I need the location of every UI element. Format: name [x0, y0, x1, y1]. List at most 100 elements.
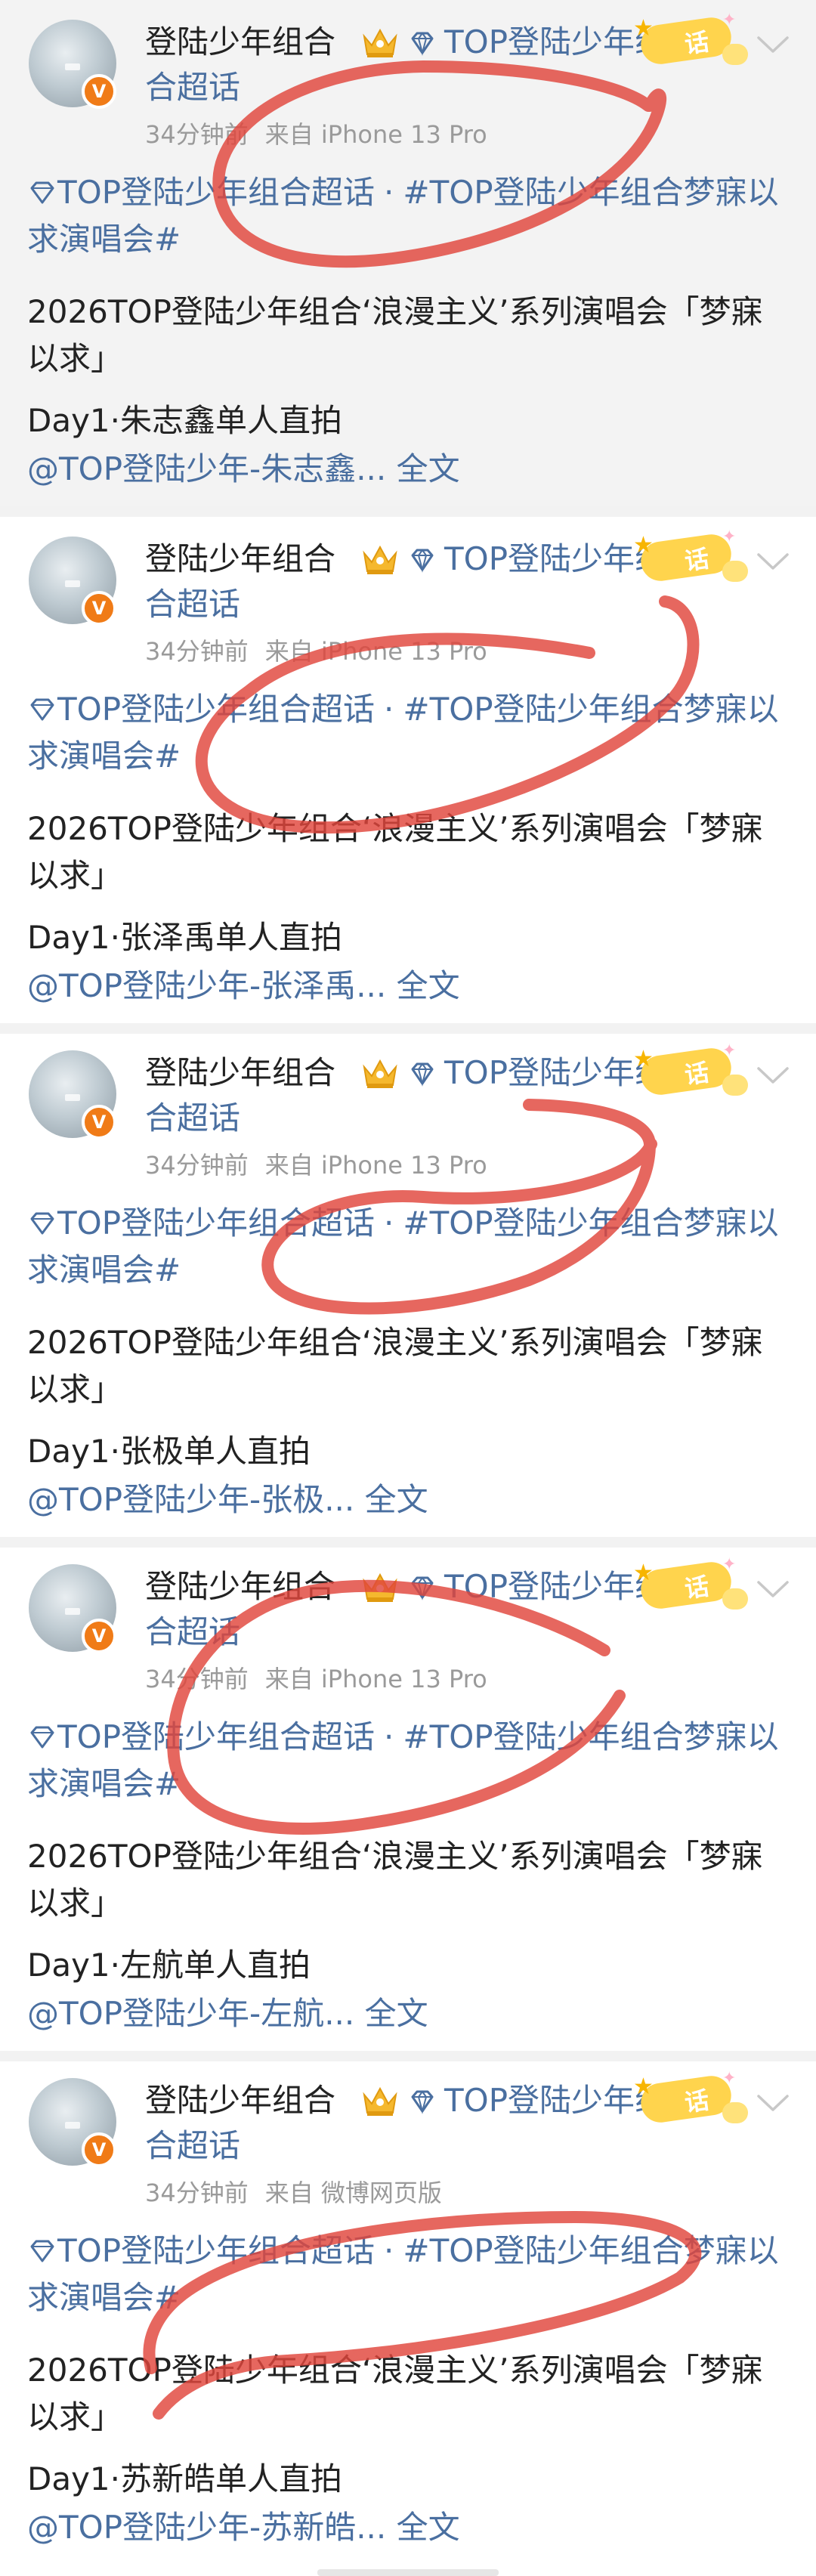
expand-full-text-link[interactable]: 全文 — [397, 450, 460, 487]
diamond-icon — [30, 2240, 54, 2262]
crown-icon — [363, 28, 397, 57]
post-text: 2026TOP登陆少年组合‘浪漫主义’系列演唱会「梦寐以求」 — [27, 810, 763, 894]
verified-v-icon: V — [82, 74, 116, 109]
mention-line: @TOP登陆少年-苏新皓... 全文 — [27, 2504, 460, 2551]
post-meta: 34分钟前 来自 微博网页版 — [145, 2178, 442, 2208]
topic-separator: · — [384, 1205, 394, 1242]
diamond-icon — [30, 1212, 54, 1235]
supertopic-tag[interactable]: TOP登陆少年组合超话 — [57, 2232, 375, 2269]
post-source: 来自 微博网页版 — [264, 2179, 442, 2207]
post-text: 2026TOP登陆少年组合‘浪漫主义’系列演唱会「梦寐以求」 — [27, 2352, 763, 2435]
sticker-text: 话 — [682, 2085, 711, 2118]
post-text: 2026TOP登陆少年组合‘浪漫主义’系列演唱会「梦寐以求」 — [27, 1324, 763, 1408]
post-source: 来自 iPhone 13 Pro — [264, 1665, 487, 1693]
post-card-4[interactable]: V 登陆少年组合 TOP登陆少年组 合超话 ★ 话 ✦ 34分钟前 来自 iPho… — [0, 1545, 816, 2051]
mention-line: @TOP登陆少年-左航... 全文 — [27, 1990, 428, 2037]
supertopic-link-continued[interactable]: 合超话 — [145, 1611, 240, 1653]
post-meta: 34分钟前 来自 iPhone 13 Pro — [145, 636, 487, 666]
post-source: 来自 iPhone 13 Pro — [264, 1151, 487, 1180]
username[interactable]: 登陆少年组合 — [145, 1052, 335, 1094]
post-time: 34分钟前 — [145, 1151, 249, 1180]
supertopic-link-continued[interactable]: 合超话 — [145, 66, 240, 109]
post-separator — [0, 506, 816, 517]
post-time: 34分钟前 — [145, 637, 249, 666]
sticker-icon: ★ 话 ✦ — [626, 11, 754, 71]
diamond-icon — [30, 698, 54, 721]
supertopic-link-continued[interactable]: 合超话 — [145, 1097, 240, 1140]
expand-full-text-link[interactable]: 全文 — [397, 2509, 460, 2546]
mention-link[interactable]: @TOP登陆少年-朱志鑫... — [27, 450, 386, 487]
post-text-line: Day1·张泽禹单人直拍 — [27, 919, 343, 956]
verified-v-icon: V — [82, 591, 116, 626]
home-indicator — [317, 2569, 499, 2576]
mention-link[interactable]: @TOP登陆少年-苏新皓... — [27, 2509, 386, 2546]
diamond-icon — [411, 32, 434, 56]
supertopic-tag[interactable]: TOP登陆少年组合超话 — [57, 1718, 375, 1755]
sticker-icon: ★ 话 ✦ — [626, 1555, 754, 1616]
mention-line: @TOP登陆少年-张泽禹... 全文 — [27, 963, 460, 1010]
topic-separator: · — [384, 2232, 394, 2269]
sticker-icon: ★ 话 ✦ — [626, 1041, 754, 1102]
post-text: 2026TOP登陆少年组合‘浪漫主义’系列演唱会「梦寐以求」 — [27, 1838, 763, 1922]
post-source: 来自 iPhone 13 Pro — [264, 120, 487, 149]
sticker-text: 话 — [682, 543, 711, 577]
topic-line: TOP登陆少年组合超话 · #TOP登陆少年组合梦寐以求演唱会# — [27, 686, 790, 780]
topic-line: TOP登陆少年组合超话 · #TOP登陆少年组合梦寐以求演唱会# — [27, 1714, 790, 1808]
post-source: 来自 iPhone 13 Pro — [264, 637, 487, 666]
supertopic-link-continued[interactable]: 合超话 — [145, 2125, 240, 2167]
mention-link[interactable]: @TOP登陆少年-张泽禹... — [27, 967, 386, 1004]
chevron-down-icon[interactable] — [756, 1578, 790, 1600]
topic-line: TOP登陆少年组合超话 · #TOP登陆少年组合梦寐以求演唱会# — [27, 169, 790, 263]
topic-separator: · — [384, 691, 394, 728]
sticker-text: 话 — [682, 1057, 711, 1090]
supertopic-tag[interactable]: TOP登陆少年组合超话 — [57, 174, 375, 211]
post-text-line: Day1·苏新皓单人直拍 — [27, 2460, 343, 2497]
topic-separator: · — [384, 174, 394, 211]
diamond-icon — [411, 2090, 434, 2114]
chevron-down-icon[interactable] — [756, 1064, 790, 1087]
expand-full-text-link[interactable]: 全文 — [365, 1481, 428, 1518]
post-card-3[interactable]: V 登陆少年组合 TOP登陆少年组 合超话 ★ 话 ✦ 34分钟前 来自 iPho… — [0, 1031, 816, 1537]
topic-line: TOP登陆少年组合超话 · #TOP登陆少年组合梦寐以求演唱会# — [27, 1200, 790, 1294]
chevron-down-icon[interactable] — [756, 33, 790, 56]
verified-v-icon: V — [82, 2132, 116, 2167]
username[interactable]: 登陆少年组合 — [145, 2080, 335, 2122]
mention-link[interactable]: @TOP登陆少年-张极... — [27, 1481, 354, 1518]
expand-full-text-link[interactable]: 全文 — [365, 1995, 428, 2032]
verified-v-icon: V — [82, 1105, 116, 1140]
diamond-icon — [30, 181, 54, 204]
post-meta: 34分钟前 来自 iPhone 13 Pro — [145, 1150, 487, 1180]
crown-icon — [363, 1059, 397, 1088]
mention-link[interactable]: @TOP登陆少年-左航... — [27, 1995, 354, 2032]
username[interactable]: 登陆少年组合 — [145, 538, 335, 580]
post-separator — [0, 1537, 816, 1548]
post-card-5[interactable]: V 登陆少年组合 TOP登陆少年组 合超话 ★ 话 ✦ 34分钟前 来自 微博网页… — [0, 2058, 816, 2565]
chevron-down-icon[interactable] — [756, 550, 790, 573]
supertopic-tag[interactable]: TOP登陆少年组合超话 — [57, 691, 375, 728]
username[interactable]: 登陆少年组合 — [145, 21, 335, 63]
post-time: 34分钟前 — [145, 120, 249, 149]
diamond-icon — [411, 549, 434, 573]
sticker-text: 话 — [682, 26, 711, 60]
post-card-1[interactable]: V 登陆少年组合 TOP登陆少年组 合超话 ★ 话 ✦ 34分钟前 来自 iPho… — [0, 0, 816, 506]
post-card-2[interactable]: V 登陆少年组合 TOP登陆少年组 合超话 ★ 话 ✦ 34分钟前 来自 iPho… — [0, 517, 816, 1023]
post-time: 34分钟前 — [145, 2179, 249, 2207]
supertopic-link-continued[interactable]: 合超话 — [145, 583, 240, 626]
crown-icon — [363, 1573, 397, 1602]
post-meta: 34分钟前 来自 iPhone 13 Pro — [145, 1664, 487, 1694]
weibo-feed: V 登陆少年组合 TOP登陆少年组 合超话 ★ 话 ✦ 34分钟前 来自 iPho… — [0, 0, 816, 2576]
expand-full-text-link[interactable]: 全文 — [397, 967, 460, 1004]
topic-separator: · — [384, 1718, 394, 1755]
topic-line: TOP登陆少年组合超话 · #TOP登陆少年组合梦寐以求演唱会# — [27, 2228, 790, 2321]
post-time: 34分钟前 — [145, 1665, 249, 1693]
post-text-line: Day1·朱志鑫单人直拍 — [27, 402, 343, 439]
diamond-icon — [30, 1726, 54, 1749]
mention-line: @TOP登陆少年-张极... 全文 — [27, 1477, 428, 1523]
post-separator — [0, 1023, 816, 1034]
supertopic-tag[interactable]: TOP登陆少年组合超话 — [57, 1205, 375, 1242]
chevron-down-icon[interactable] — [756, 2092, 790, 2114]
diamond-icon — [411, 1062, 434, 1087]
crown-icon — [363, 545, 397, 574]
username[interactable]: 登陆少年组合 — [145, 1566, 335, 1608]
sticker-text: 话 — [682, 1571, 711, 1604]
